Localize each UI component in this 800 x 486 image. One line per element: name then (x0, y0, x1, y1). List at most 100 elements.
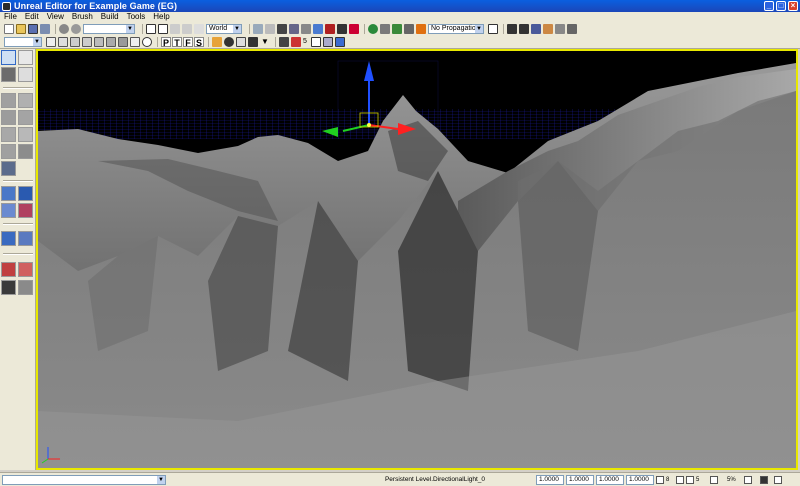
volumetric-brush-button[interactable] (1, 161, 16, 176)
texture-density-icon[interactable] (130, 36, 140, 47)
show-flags-icon[interactable] (236, 36, 246, 47)
add-special-button[interactable] (18, 231, 33, 246)
viewport-combo[interactable]: ▼ (4, 36, 42, 47)
camera-mode-button[interactable] (1, 50, 16, 65)
propagation-combo[interactable]: No Propagation ▼ (428, 23, 484, 34)
redo-icon[interactable] (71, 23, 81, 34)
scale-checkbox[interactable] (744, 476, 752, 484)
undo-icon[interactable] (59, 23, 69, 34)
save-all-icon[interactable] (40, 23, 50, 34)
movie-icon[interactable] (248, 36, 258, 47)
menu-tools[interactable]: Tools (123, 12, 150, 22)
camera-speed-icon[interactable] (279, 36, 289, 47)
top-view-button[interactable]: T (172, 36, 182, 48)
maximize-viewport-icon[interactable] (334, 36, 345, 47)
hide-selected-button[interactable] (18, 262, 33, 277)
add-volume-button[interactable] (1, 231, 16, 246)
single-viewport-icon[interactable] (310, 36, 321, 47)
coord-field-3[interactable]: 1.0000 (596, 475, 624, 485)
realtime-icon[interactable] (58, 36, 68, 47)
coord-field-2[interactable]: 1.0000 (566, 475, 594, 485)
wireframe-icon[interactable] (70, 36, 80, 47)
translate-icon[interactable] (158, 23, 168, 34)
cut-icon[interactable] (277, 23, 287, 34)
nonuniform-scale-icon[interactable] (194, 23, 204, 34)
show-selected-button[interactable] (1, 262, 16, 277)
lit-icon[interactable] (94, 36, 104, 47)
texture-align-button[interactable] (18, 67, 33, 82)
help-icon[interactable] (567, 23, 577, 34)
cylinder-brush-button[interactable] (1, 110, 16, 125)
actor-icon[interactable] (507, 23, 517, 34)
grid-checkbox[interactable] (676, 476, 684, 484)
spiral-stair-brush-button[interactable] (1, 144, 16, 159)
rotation-grid-icon[interactable] (686, 476, 694, 484)
game-view-icon[interactable] (142, 36, 152, 47)
maximize-button[interactable]: □ (776, 1, 786, 11)
sheet-brush-button[interactable] (18, 127, 33, 142)
console-icon[interactable] (543, 23, 553, 34)
close-button[interactable]: × (788, 1, 798, 11)
build-geometry-icon[interactable] (368, 23, 378, 34)
menu-help[interactable]: Help (149, 12, 173, 22)
save-icon[interactable] (28, 23, 38, 34)
lock-selection-icon[interactable] (212, 36, 222, 47)
build-paths-icon[interactable] (392, 23, 402, 34)
camera-icon[interactable] (224, 36, 234, 47)
search-combo[interactable]: ▼ (83, 23, 135, 34)
kismet-icon[interactable] (337, 23, 347, 34)
material-editor-icon[interactable] (325, 23, 335, 34)
menu-edit[interactable]: Edit (21, 12, 43, 22)
csg-deintersect-button[interactable] (18, 203, 33, 218)
drag-grid-icon[interactable] (656, 476, 664, 484)
pawn-icon[interactable] (519, 23, 529, 34)
split-viewport-icon[interactable] (322, 36, 333, 47)
menu-brush[interactable]: Brush (68, 12, 97, 22)
open-icon[interactable] (16, 23, 26, 34)
command-input[interactable]: ▼ (2, 475, 166, 485)
lock-icon[interactable] (46, 36, 56, 47)
autosave-icon[interactable] (760, 476, 768, 484)
menu-file[interactable]: File (0, 12, 21, 22)
side-view-button[interactable]: S (194, 36, 204, 48)
csg-add-button[interactable] (1, 186, 16, 201)
select-icon[interactable] (146, 23, 156, 34)
curved-stair-brush-button[interactable] (18, 110, 33, 125)
paste-icon[interactable] (301, 23, 311, 34)
matinee-icon[interactable] (349, 23, 359, 34)
light-complexity-icon[interactable] (118, 36, 128, 47)
select-inverse-button[interactable] (1, 280, 16, 295)
csg-intersect-button[interactable] (1, 203, 16, 218)
menu-build[interactable]: Build (97, 12, 123, 22)
geometry-mode-button[interactable] (18, 50, 33, 65)
scale-icon[interactable] (182, 23, 192, 34)
chevron-down-icon[interactable]: ▼ (157, 476, 165, 484)
perspective-viewport[interactable] (36, 49, 798, 470)
front-view-button[interactable]: F (183, 36, 193, 48)
show-all-button[interactable] (18, 280, 33, 295)
minimize-button[interactable]: _ (764, 1, 774, 11)
browser-icon[interactable] (265, 23, 275, 34)
coord-field-1[interactable]: 1.0000 (536, 475, 564, 485)
lighting-only-icon[interactable] (106, 36, 116, 47)
find-icon[interactable] (253, 23, 263, 34)
new-icon[interactable] (4, 23, 14, 34)
menu-view[interactable]: View (43, 12, 68, 22)
layout-icon[interactable] (774, 476, 782, 484)
snap-icon[interactable] (291, 36, 301, 47)
coord-field-4[interactable]: 1.0000 (626, 475, 654, 485)
perspective-button[interactable]: P (161, 36, 171, 48)
play-icon[interactable] (488, 23, 498, 34)
rotate-icon[interactable] (170, 23, 180, 34)
build-lighting-icon[interactable] (380, 23, 390, 34)
terrain-mode-button[interactable] (1, 67, 16, 82)
unlit-icon[interactable] (82, 36, 92, 47)
copy-icon[interactable] (289, 23, 299, 34)
rotation-checkbox[interactable] (710, 476, 718, 484)
sphere-brush-button[interactable] (18, 144, 33, 159)
world-properties-icon[interactable] (531, 23, 541, 34)
content-browser-icon[interactable] (313, 23, 323, 34)
cube-brush-button[interactable] (1, 93, 16, 108)
linear-stair-brush-button[interactable] (1, 127, 16, 142)
coordinate-system-combo[interactable]: World ▼ (206, 23, 242, 34)
